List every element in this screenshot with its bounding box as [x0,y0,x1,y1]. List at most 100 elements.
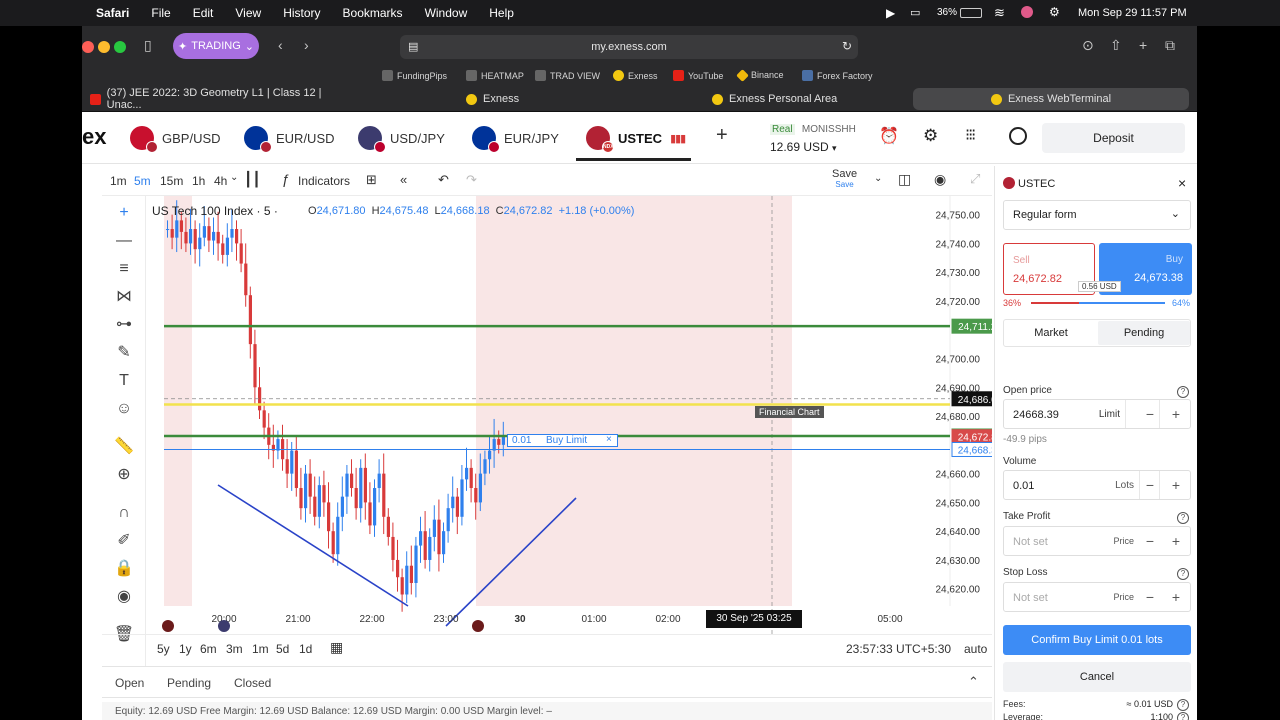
range-1y[interactable]: 1y [179,642,192,656]
open-price-type[interactable]: Limit [1099,409,1120,420]
menubar-clock[interactable]: Mon Sep 29 11:57 PM [1078,7,1187,19]
tab-jee[interactable]: (37) JEE 2022: 3D Geometry L1 | Class 12… [90,87,352,111]
menu-window[interactable]: Window [425,6,468,20]
increase-volume-button[interactable]: + [1172,477,1180,493]
back-icon[interactable]: ‹ [278,37,283,53]
symbol-tab-ustec[interactable]: NDX USTEC ▮▮▮ [586,126,686,153]
sidebar-icon[interactable]: ▯ [144,37,152,54]
display-icon[interactable]: ▭ [910,6,920,19]
lock-icon[interactable]: 🔒 [113,558,135,580]
help-icon[interactable]: ? [1177,512,1189,524]
decrease-sl-button[interactable]: − [1146,589,1154,605]
range-5d[interactable]: 5d [276,642,289,656]
symbol-tab-eurjpy[interactable]: EUR/JPY [472,126,559,153]
play-icon[interactable]: ▶ [886,6,895,20]
profile-icon[interactable] [1009,127,1027,145]
menu-view[interactable]: View [235,6,261,20]
timeframe-4h[interactable]: 4h [214,174,227,188]
favorite-forexfactory[interactable]: Forex Factory [802,70,873,81]
increase-sl-button[interactable]: + [1172,589,1180,605]
mode-pending[interactable]: Pending [1098,321,1190,345]
candles-icon[interactable]: ┃┃ [244,171,261,188]
range-1m[interactable]: 1m [252,642,269,656]
trendline-icon[interactable]: — [113,230,135,252]
help-icon[interactable]: ? [1177,386,1189,398]
open-price-input[interactable]: 24668.39 Limit − + [1003,399,1191,429]
save-button[interactable]: Save Save [832,168,857,189]
confirm-order-button[interactable]: Confirm Buy Limit 0.01 lots [1003,625,1191,655]
wifi-icon[interactable]: ≋ [994,5,1005,21]
emoji-icon[interactable]: ☺ [113,398,135,420]
exness-logo[interactable]: ex [82,124,106,150]
favorite-heatmap[interactable]: HEATMAP [466,70,524,81]
new-tab-icon[interactable]: + [1139,37,1147,53]
volume-input[interactable]: 0.01 Lots − + [1003,470,1191,500]
camera-icon[interactable]: ◫ [898,171,911,188]
symbol-tab-usdjpy[interactable]: USD/JPY [358,126,445,153]
symbol-tab-eurusd[interactable]: EUR/USD [244,126,335,153]
menu-app-name[interactable]: Safari [96,6,129,20]
text-icon[interactable]: T [113,370,135,392]
close-window-button[interactable] [82,41,94,53]
menu-bookmarks[interactable]: Bookmarks [343,6,403,20]
price-chart[interactable]: 24,750.00 24,740.00 24,730.00 24,720.00 24,7… [146,196,992,634]
help-icon[interactable]: ? [1177,712,1189,720]
chevron-down-icon[interactable]: ⌄ [874,173,882,184]
account-selector[interactable]: Real MONISSHH 12.69 USD ▾ [770,121,856,154]
volume-unit[interactable]: Lots [1115,480,1134,491]
layouts-icon[interactable]: ⊞ [366,172,377,188]
share-icon[interactable]: ⇧ [1110,37,1122,54]
address-bar[interactable]: ▤ my.exness.com ↻ [400,35,858,59]
help-icon[interactable]: ? [1177,699,1189,711]
tab-open-orders[interactable]: Open [115,676,144,690]
favorite-binance[interactable]: Binance [736,68,784,82]
menu-file[interactable]: File [151,6,170,20]
forward-icon[interactable]: › [304,37,309,53]
increase-price-button[interactable]: + [1172,406,1180,422]
timeframe-1h[interactable]: 1h [192,174,205,188]
fib-icon[interactable]: ≡ [113,258,135,280]
brush-icon[interactable]: ✎ [113,342,135,364]
replay-icon[interactable]: « [400,172,407,187]
alarm-icon[interactable]: ⏰ [879,126,899,146]
favorite-exness[interactable]: Exness [613,70,658,81]
stop-loss-unit[interactable]: Price [1113,592,1134,602]
range-6m[interactable]: 6m [200,642,217,656]
symbol-tab-gbpusd[interactable]: GBP/USD [130,126,221,153]
user-icon[interactable] [1021,6,1033,18]
zoom-in-icon[interactable]: ⊕ [113,464,135,486]
fullscreen-icon[interactable]: ⤢ [970,171,980,187]
reload-icon[interactable]: ↻ [842,39,852,53]
decrease-volume-button[interactable]: − [1146,477,1154,493]
chevron-up-icon[interactable]: ⌃ [968,674,979,690]
chevron-down-icon[interactable]: ⌄ [230,172,238,183]
tab-pending-orders[interactable]: Pending [167,676,211,690]
indicators-button[interactable]: Indicators [298,174,350,188]
menu-help[interactable]: Help [489,6,514,20]
undo-icon[interactable]: ↶ [438,172,449,188]
tab-exness-personal-area[interactable]: Exness Personal Area [712,88,852,110]
pattern-icon[interactable]: ⋈ [113,286,135,308]
tab-exness-webterminal[interactable]: Exness WebTerminal [913,88,1189,110]
battery-icon[interactable] [960,8,982,18]
zoom-window-button[interactable] [114,41,126,53]
cancel-order-icon[interactable]: × [606,434,612,445]
timeframe-15m[interactable]: 15m [160,174,183,188]
crosshair-icon[interactable]: + [113,202,135,224]
range-3m[interactable]: 3m [226,642,243,656]
profile-switcher[interactable]: ✦ TRADING ⌄ [173,33,259,59]
calendar-icon[interactable]: ▦ [330,639,343,656]
minimize-window-button[interactable] [98,41,110,53]
magnet-icon[interactable]: ∩ [113,502,135,524]
tab-closed-orders[interactable]: Closed [234,676,271,690]
increase-tp-button[interactable]: + [1172,533,1180,549]
mode-market[interactable]: Market [1004,320,1098,346]
download-icon[interactable]: ⊙ [1082,37,1094,54]
scale-auto[interactable]: auto [964,642,987,656]
indicators-icon[interactable]: ƒ [282,171,290,187]
take-profit-unit[interactable]: Price [1113,536,1134,546]
tab-exness[interactable]: Exness [466,88,546,110]
menu-edit[interactable]: Edit [193,6,214,20]
visibility-icon[interactable]: ◉ [113,586,135,608]
favorite-fundingpips[interactable]: FundingPips [382,70,447,81]
